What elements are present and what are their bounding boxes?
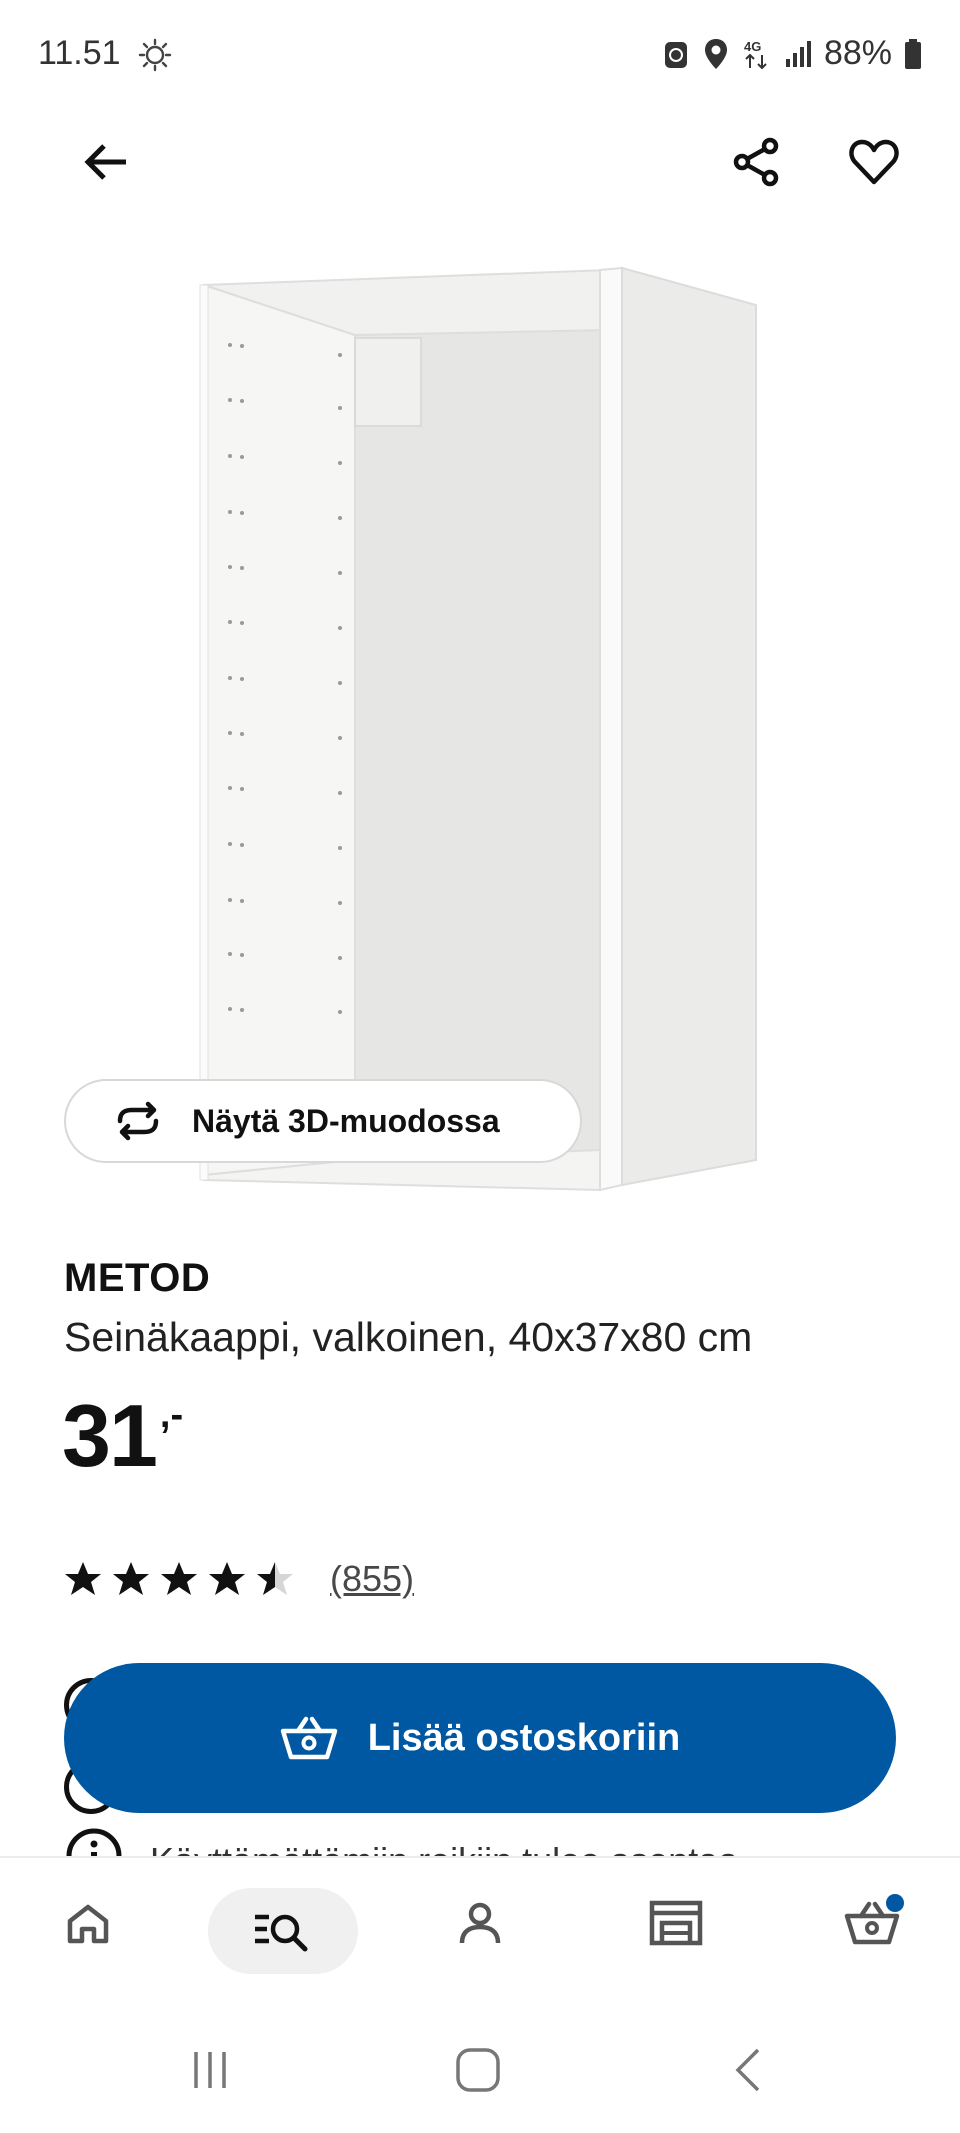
back-button[interactable] — [66, 122, 146, 202]
status-bar: 11.51 4G 88% — [0, 0, 960, 110]
cart-notification-dot — [886, 1894, 904, 1912]
nav-search[interactable] — [208, 1888, 358, 1974]
share-button[interactable] — [716, 122, 796, 202]
profile-icon — [459, 1902, 501, 1944]
network-4g-icon: 4G — [744, 39, 767, 69]
favorite-button[interactable] — [834, 122, 914, 202]
product-description: Seinäkaappi, valkoinen, 40x37x80 cm — [64, 1314, 753, 1360]
system-navigation-bar — [0, 2000, 960, 2133]
star-icon — [257, 1562, 293, 1595]
search-list-icon — [255, 1914, 308, 1952]
nav-cart[interactable] — [832, 1888, 912, 1958]
product-image[interactable] — [190, 260, 770, 1200]
battery-icon — [905, 38, 921, 69]
review-count-link[interactable]: (855) — [330, 1558, 414, 1600]
add-to-cart-button[interactable]: Lisää ostoskoriin — [64, 1663, 896, 1813]
rating[interactable]: (855) — [64, 1558, 414, 1600]
settings-gear-icon — [138, 38, 172, 72]
star-icon — [209, 1562, 245, 1595]
price-integer: 31 — [62, 1386, 158, 1485]
arrow-left-icon — [84, 144, 126, 180]
product-name: METOD — [64, 1256, 211, 1300]
nav-store[interactable] — [636, 1888, 716, 1958]
store-icon — [649, 1900, 703, 1946]
view-3d-button[interactable]: Näytä 3D-muodossa — [64, 1079, 582, 1163]
price-suffix: ,- — [159, 1394, 184, 1436]
share-icon — [733, 137, 779, 187]
status-time: 11.51 — [38, 34, 121, 72]
home-icon — [67, 1904, 109, 1944]
rotate-3d-icon — [117, 1101, 159, 1141]
home-square-icon — [456, 2048, 500, 2092]
view-3d-label: Näytä 3D-muodossa — [192, 1102, 500, 1139]
recent-apps-icon — [194, 2052, 226, 2088]
rating-stars — [64, 1560, 294, 1598]
battery-percentage: 88% — [823, 34, 892, 72]
battery-saver-icon — [664, 41, 687, 68]
star-icon — [65, 1562, 101, 1595]
back-system-button[interactable] — [718, 2040, 778, 2100]
add-to-cart-label: Lisää ostoskoriin — [367, 1716, 681, 1759]
bottom-navigation — [0, 1856, 960, 1986]
product-price: 31 ,- — [62, 1392, 183, 1480]
star-icon — [161, 1562, 197, 1595]
signal-icon — [785, 40, 811, 67]
nav-home[interactable] — [48, 1888, 128, 1958]
heart-icon — [849, 139, 899, 185]
recent-apps-button[interactable] — [180, 2040, 240, 2100]
status-icons: 4G 88% — [662, 34, 922, 73]
location-icon — [704, 38, 727, 69]
star-icon — [113, 1562, 149, 1595]
network-label: 4G — [744, 39, 761, 54]
home-system-button[interactable] — [448, 2040, 508, 2100]
basket-icon — [280, 1716, 337, 1760]
nav-profile[interactable] — [440, 1888, 520, 1958]
chevron-left-icon — [735, 2048, 760, 2092]
